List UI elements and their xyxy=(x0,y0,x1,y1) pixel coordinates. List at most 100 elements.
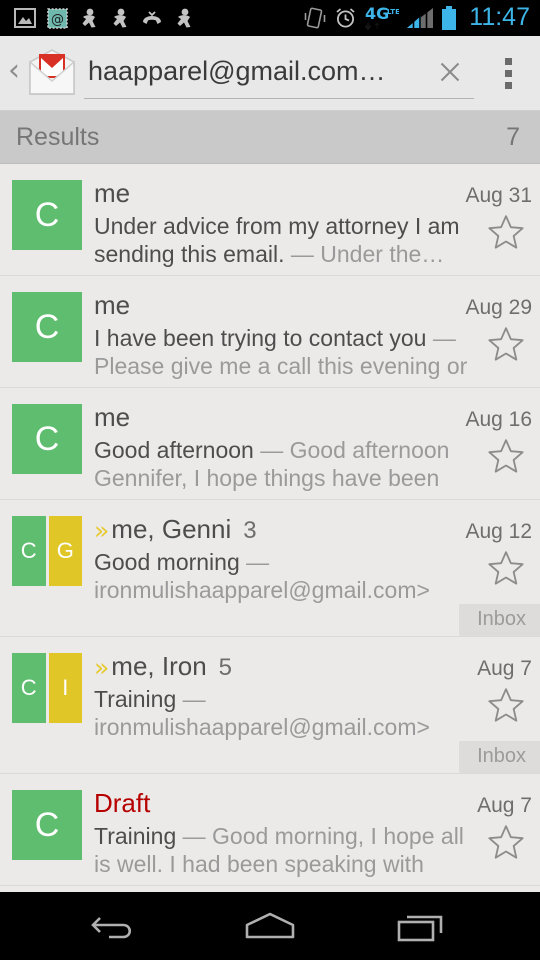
sent-by-me-chevron-icon: » xyxy=(94,516,110,545)
conversation-date: Aug 7 xyxy=(477,657,532,680)
nav-back-button[interactable] xyxy=(72,896,162,956)
message-count: 5 xyxy=(218,654,233,681)
sender-name: Draft xyxy=(94,788,151,818)
avatar-container[interactable]: CG xyxy=(0,514,94,606)
conversation-date: Aug 12 xyxy=(465,520,532,543)
search-field[interactable]: …haapparel@gmail.com xyxy=(84,47,474,99)
action-bar: ‹ …haapparel@gmail.com xyxy=(0,36,540,111)
svg-text:LTE: LTE xyxy=(387,8,399,16)
clear-search-icon[interactable] xyxy=(426,48,474,96)
star-icon[interactable] xyxy=(486,212,526,252)
alarm-clock-icon xyxy=(334,6,357,30)
results-header: Results 7 xyxy=(0,111,540,164)
nav-home-button[interactable] xyxy=(225,896,315,956)
conversation-date: Aug 16 xyxy=(465,408,532,431)
conversation-body: Draft Aug 7 Training — Good morning, I hop… xyxy=(94,788,540,885)
avatar-container[interactable]: C xyxy=(0,178,94,275)
sender-name: me, Genni xyxy=(111,514,232,544)
overflow-menu-icon[interactable] xyxy=(482,43,534,103)
sender-name: me xyxy=(94,290,131,320)
conversation-date: Aug 31 xyxy=(465,184,532,207)
conversation-header: » me, Genni 3 Aug 12 xyxy=(94,514,532,545)
conversation-row[interactable]: Cme Aug 29 I have been trying to contact y… xyxy=(0,276,540,388)
status-bar-clock: 11:47 xyxy=(469,2,530,31)
star-icon[interactable] xyxy=(486,436,526,476)
conversation-list[interactable]: Cme Aug 31 Under advice from my attorney I… xyxy=(0,164,540,956)
conversation-snippet: — Under the… xyxy=(284,241,445,268)
conversation-row[interactable]: C I » me, Iron 5 Aug 7 Training — ironmulishaa… xyxy=(0,637,540,774)
vibrate-mode-icon xyxy=(304,6,326,30)
email-stamp-icon: @ xyxy=(47,7,68,29)
sender-name: me xyxy=(94,402,131,432)
conversation-header: me Aug 31 xyxy=(94,178,532,209)
avatar[interactable]: C xyxy=(12,180,82,250)
avatar-initial: I xyxy=(48,653,82,723)
network-4g-lte-icon: 4G LTE xyxy=(365,4,400,31)
status-bar-system-icons: 4G LTE 11:47 xyxy=(304,2,530,32)
gmail-icon[interactable] xyxy=(26,48,78,98)
status-bar-notification-icons: @ xyxy=(14,7,194,29)
star-icon[interactable] xyxy=(486,685,526,725)
folder-label-chip: Inbox xyxy=(459,741,540,773)
avatar[interactable]: CG xyxy=(12,516,82,586)
avatar-initial: C xyxy=(12,790,82,860)
conversation-subject: Training xyxy=(94,823,177,849)
conversation-body: » me, Iron 5 Aug 7 Training — ironmulishaapp… xyxy=(94,651,540,743)
conversation-row[interactable]: C G » me, Genni 3 Aug 12 Good morning — ironmu… xyxy=(0,500,540,637)
hangouts-icon xyxy=(110,8,130,29)
conversation-header: me Aug 16 xyxy=(94,402,532,433)
conversation-preview: Good afternoon — Good afternoon Gennifer… xyxy=(94,436,532,494)
android-navigation-bar xyxy=(0,892,540,960)
avatar-container[interactable]: C xyxy=(0,788,94,885)
avatar[interactable]: C xyxy=(12,292,82,362)
back-chevron-icon[interactable]: ‹ xyxy=(2,56,26,90)
avatar-initial: C xyxy=(12,404,82,474)
conversation-header: » me, Iron 5 Aug 7 xyxy=(94,651,532,682)
avatar[interactable]: C xyxy=(12,790,82,860)
conversation-header: Draft Aug 7 xyxy=(94,788,532,819)
conversation-row[interactable]: C Draft Aug 7 Training — Good morning, I ho… xyxy=(0,774,540,886)
conversation-row[interactable]: Cme Aug 16 Good afternoon — Good afternoon… xyxy=(0,388,540,500)
avatar-container[interactable]: C xyxy=(0,402,94,499)
avatar-container[interactable]: C xyxy=(0,290,94,387)
conversation-subject: Good afternoon xyxy=(94,437,254,463)
star-icon[interactable] xyxy=(486,822,526,862)
nav-recents-button[interactable] xyxy=(378,896,468,956)
gmail-search-results-screen: @ 4G LTE 11:47 ‹ …haapparel@gmail.com Re… xyxy=(0,0,540,960)
conversation-preview: Training — ironmulishaapparel@gmail.com>… xyxy=(94,685,532,743)
avatar-initial: C xyxy=(12,180,82,250)
conversation-date: Aug 29 xyxy=(465,296,532,319)
sender-name: me xyxy=(94,178,131,208)
avatar[interactable]: C xyxy=(12,404,82,474)
missed-call-icon xyxy=(141,9,163,27)
star-icon[interactable] xyxy=(486,324,526,364)
avatar-initial: C xyxy=(12,653,46,723)
results-label: Results xyxy=(16,122,100,151)
avatar-initial: G xyxy=(48,516,82,586)
conversation-preview: Good morning — ironmulishaapparel@gmail.… xyxy=(94,548,532,606)
signal-strength-icon xyxy=(407,6,434,30)
avatar[interactable]: CI xyxy=(12,653,82,723)
conversation-preview: I have been trying to contact you — Plea… xyxy=(94,324,532,382)
conversation-preview: Under advice from my attorney I am sendi… xyxy=(94,212,532,268)
search-input[interactable]: …haapparel@gmail.com xyxy=(84,56,426,87)
battery-icon xyxy=(441,5,457,31)
overflow-dot xyxy=(504,69,512,77)
avatar-initial: C xyxy=(12,516,46,586)
overflow-dot xyxy=(504,57,512,65)
hangouts-icon xyxy=(174,8,194,29)
star-icon[interactable] xyxy=(486,548,526,588)
conversation-row[interactable]: Cme Aug 31 Under advice from my attorney I… xyxy=(0,164,540,276)
results-count: 7 xyxy=(506,122,520,151)
hangouts-icon xyxy=(79,8,99,29)
conversation-subject: Training xyxy=(94,686,177,712)
svg-text:4G: 4G xyxy=(365,5,389,23)
sender-name: me, Iron xyxy=(111,651,207,681)
screenshot-icon xyxy=(14,8,36,28)
conversation-body: me Aug 16 Good afternoon — Good afternoon … xyxy=(94,402,540,499)
avatar-container[interactable]: CI xyxy=(0,651,94,743)
conversation-body: me Aug 29 I have been trying to contact yo… xyxy=(94,290,540,387)
overflow-dot xyxy=(504,81,512,89)
avatar-initial: C xyxy=(12,292,82,362)
status-bar: @ 4G LTE 11:47 xyxy=(0,0,540,36)
